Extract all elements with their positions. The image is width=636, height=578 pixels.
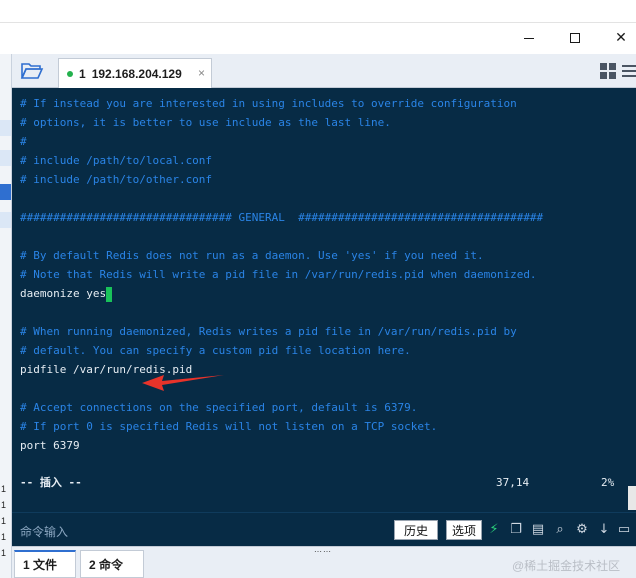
copy-icon[interactable]: ❐ xyxy=(508,522,524,538)
sidebar-digit: 1 xyxy=(1,484,7,494)
terminal-comment-line: # If port 0 is specified Redis will not … xyxy=(20,420,438,433)
minimize-icon xyxy=(524,37,534,39)
sidebar-marker[interactable] xyxy=(0,150,11,166)
grid-icon[interactable] xyxy=(600,63,616,79)
terminal-comment-line: # By default Redis does not run as a dae… xyxy=(20,249,484,262)
sidebar-marker[interactable] xyxy=(0,212,11,228)
terminal-code-line xyxy=(20,379,620,398)
session-tab-title: 192.168.204.129 xyxy=(91,66,182,81)
sidebar-digit: 1 xyxy=(1,500,7,510)
command-input-bar: 命令输入 历史 选项 ⚡ ❐ ▤ ⌕ ⚙ ↓ ▭ xyxy=(12,512,636,546)
sidebar-marker-selected[interactable] xyxy=(0,184,11,200)
window-icon[interactable]: ▭ xyxy=(616,522,632,538)
watermark: @稀土掘金技术社区 xyxy=(512,559,621,573)
terminal-comment-line: ################################ GENERAL… xyxy=(20,211,544,224)
terminal-code-line: pidfile /var/run/redis.pid xyxy=(20,363,193,376)
sidebar-digit: 1 xyxy=(1,516,7,526)
terminal-comment-line: # options, it is better to use include a… xyxy=(20,116,391,129)
tab-commands[interactable]: 2 命令 xyxy=(80,550,144,578)
minimize-button[interactable] xyxy=(506,22,552,54)
terminal-comment-line: # include /path/to/local.conf xyxy=(20,154,213,167)
terminal-comment-line: # Note that Redis will write a pid file … xyxy=(20,268,537,281)
maximize-button[interactable] xyxy=(552,22,598,54)
vim-mode: -- 插入 -- xyxy=(20,476,82,489)
red-arrow-annotation xyxy=(142,375,224,391)
vim-status-line: -- 插入 -- 37,14 2% xyxy=(20,473,620,492)
top-strip xyxy=(0,0,636,22)
sidebar-marker[interactable] xyxy=(0,120,11,136)
sidebar-digit: 1 xyxy=(1,548,7,558)
tab-files[interactable]: 1 文件 xyxy=(14,550,76,578)
download-icon[interactable]: ↓ xyxy=(596,522,612,538)
terminal-comment-line: # If instead you are interested in using… xyxy=(20,97,517,110)
options-button[interactable]: 选项 xyxy=(446,520,482,540)
terminal-lines: # If instead you are interested in using… xyxy=(20,94,620,455)
pane-drag-handle[interactable]: ⋯⋯ xyxy=(314,547,332,556)
scrollbar-thumb[interactable] xyxy=(628,486,636,510)
gear-icon[interactable]: ⚙ xyxy=(574,522,590,538)
terminal-comment-line: # Accept connections on the specified po… xyxy=(20,401,418,414)
sidebar-digit: 1 xyxy=(1,532,7,542)
close-icon: ✕ xyxy=(615,30,627,46)
menu-icon[interactable] xyxy=(622,63,636,79)
session-tab-number: 1 xyxy=(79,66,86,81)
terminal-code-line xyxy=(20,303,620,322)
connection-status-dot xyxy=(67,70,73,77)
terminal-comment-line: # When running daemonized, Redis writes … xyxy=(20,325,517,338)
text-cursor xyxy=(106,286,113,302)
terminal-code-line xyxy=(20,189,620,208)
terminal-output[interactable]: # If instead you are interested in using… xyxy=(12,88,636,512)
folder-button[interactable] xyxy=(20,60,44,82)
terminal-comment-line: # default. You can specify a custom pid … xyxy=(20,344,411,357)
folder-open-icon xyxy=(20,63,44,79)
close-button[interactable]: ✕ xyxy=(598,22,636,54)
search-icon[interactable]: ⌕ xyxy=(552,522,568,538)
terminal-comment-line: # include /path/to/other.conf xyxy=(20,173,213,186)
maximize-icon xyxy=(570,33,580,43)
terminal-code-line: port 6379 xyxy=(20,439,80,452)
terminal-comment-line: # xyxy=(20,135,27,148)
paste-icon[interactable]: ▤ xyxy=(530,522,546,538)
tab-close-icon[interactable]: × xyxy=(198,66,205,80)
cursor-position: 37,14 xyxy=(496,476,530,489)
bottom-pane-bar: ⋯⋯ 1 文件 2 命令 @稀土掘金技术社区 xyxy=(12,546,636,578)
command-input[interactable]: 命令输入 xyxy=(20,523,68,540)
session-tab[interactable]: 1 192.168.204.129 × xyxy=(58,58,212,88)
history-button[interactable]: 历史 xyxy=(394,520,438,540)
terminal-code-line: daemonize yes xyxy=(20,284,620,303)
lightning-icon[interactable]: ⚡ xyxy=(486,522,502,538)
left-sidebar-edge: 1 1 1 1 1 xyxy=(0,54,12,578)
terminal-code-line xyxy=(20,227,620,246)
session-tab-bar: 1 192.168.204.129 × xyxy=(12,54,636,88)
scroll-percent: 2% xyxy=(601,476,615,489)
